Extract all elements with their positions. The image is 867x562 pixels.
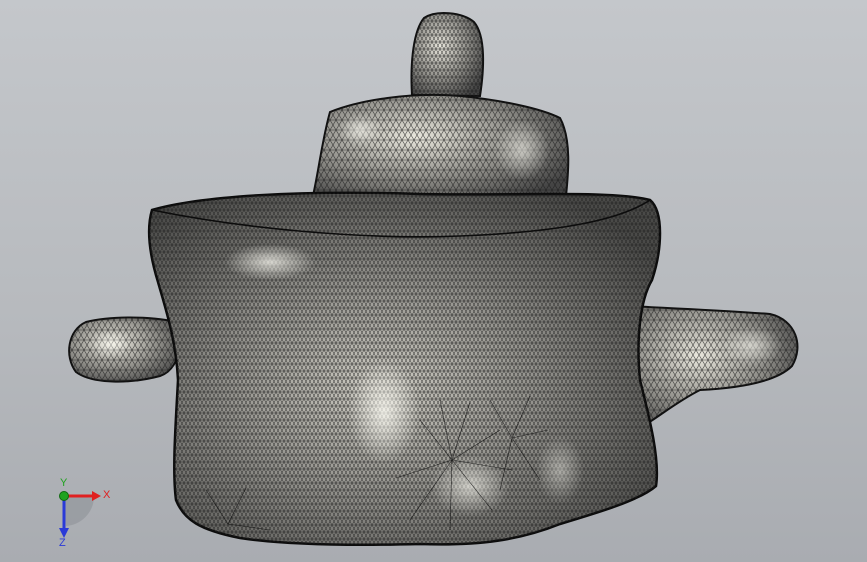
x-axis-label: X: [103, 489, 111, 501]
vertebral-arch[interactable]: [310, 93, 570, 202]
graphics-viewport[interactable]: X Y Z: [0, 0, 867, 562]
left-transverse-process[interactable]: [68, 316, 182, 383]
vertebra-mesh-model[interactable]: [0, 0, 867, 562]
coordinate-triad: X Y Z: [59, 478, 111, 548]
spinous-process[interactable]: [410, 12, 485, 98]
y-axis-label: Y: [60, 478, 68, 489]
right-transverse-process[interactable]: [630, 304, 799, 432]
triad-plane-shade: [64, 496, 94, 526]
z-axis-label: Z: [59, 537, 66, 548]
vertebral-body[interactable]: [147, 191, 662, 546]
x-axis-arrowhead: [92, 491, 101, 501]
y-axis-dot: [59, 491, 69, 501]
